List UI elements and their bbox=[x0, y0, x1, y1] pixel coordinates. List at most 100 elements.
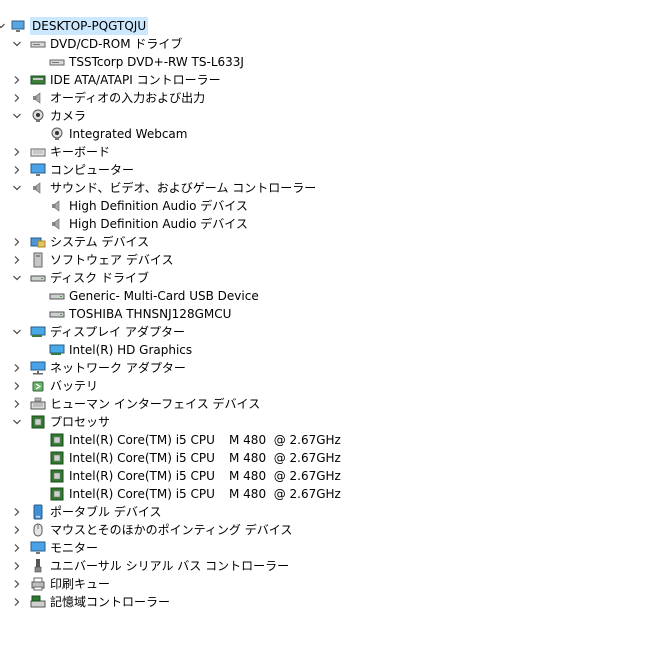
tree-root-computer[interactable]: DESKTOP-PQGTQJU bbox=[0, 17, 149, 35]
tree-device-label: Intel(R) Core(TM) i5 CPU bbox=[69, 469, 215, 483]
tree-root-label: DESKTOP-PQGTQJU bbox=[30, 17, 149, 35]
tree-device-item[interactable]: Intel(R) Core(TM) i5 CPU M 480 @ 2.67GHz bbox=[0, 431, 341, 449]
monitor-icon bbox=[30, 162, 46, 178]
tree-device-suffix: M 480 @ 2.67GHz bbox=[229, 433, 341, 447]
tree-device-suffix: M 480 @ 2.67GHz bbox=[229, 487, 341, 501]
chevron-right-icon[interactable] bbox=[12, 539, 22, 557]
chevron-down-icon[interactable] bbox=[12, 179, 22, 197]
tree-category-label: ヒューマン インターフェイス デバイス bbox=[50, 397, 261, 411]
dvd-drive-icon bbox=[49, 54, 65, 70]
chevron-down-icon[interactable] bbox=[0, 17, 6, 35]
tree-category-15[interactable]: プロセッサ bbox=[0, 413, 110, 431]
chevron-down-icon[interactable] bbox=[12, 323, 22, 341]
chevron-right-icon[interactable] bbox=[12, 557, 22, 575]
tree-device-item[interactable]: Intel(R) Core(TM) i5 CPU M 480 @ 2.67GHz bbox=[0, 467, 341, 485]
tree-category-17[interactable]: マウスとそのほかのポインティング デバイス bbox=[0, 521, 292, 539]
tree-device-item[interactable]: TOSHIBA THNSNJ128GMCU bbox=[0, 305, 231, 323]
tree-device-label: Intel(R) Core(TM) i5 CPU bbox=[69, 433, 215, 447]
keyboard-icon bbox=[30, 144, 46, 160]
tree-device-item[interactable]: Intel(R) Core(TM) i5 CPU M 480 @ 2.67GHz bbox=[0, 449, 341, 467]
chevron-down-icon[interactable] bbox=[12, 269, 22, 287]
tree-category-5[interactable]: キーボード bbox=[0, 143, 110, 161]
tree-category-label: DVD/CD-ROM ドライブ bbox=[50, 37, 183, 51]
battery-icon bbox=[30, 378, 46, 394]
chevron-right-icon[interactable] bbox=[12, 503, 22, 521]
processor-icon bbox=[49, 432, 65, 448]
tree-device-item[interactable]: Integrated Webcam bbox=[0, 125, 187, 143]
chevron-down-icon[interactable] bbox=[12, 107, 22, 125]
tree-category-4[interactable]: カメラ bbox=[0, 107, 86, 125]
tree-category-label: プロセッサ bbox=[50, 415, 111, 429]
tree-device-label: Intel(R) HD Graphics bbox=[69, 343, 193, 357]
tree-category-10[interactable]: ディスク ドライブ bbox=[0, 269, 149, 287]
chevron-right-icon[interactable] bbox=[12, 395, 22, 413]
tree-category-21[interactable]: 記憶域コントローラー bbox=[0, 593, 170, 611]
tree-category-14[interactable]: ヒューマン インターフェイス デバイス bbox=[0, 395, 260, 413]
tree-category-13[interactable]: バッテリ bbox=[0, 377, 98, 395]
display-adapter-icon bbox=[30, 324, 46, 340]
tree-device-item[interactable]: Generic- Multi-Card USB Device bbox=[0, 287, 259, 305]
speaker-icon bbox=[49, 216, 65, 232]
tree-category-7[interactable]: サウンド、ビデオ、およびゲーム コントローラー bbox=[0, 179, 316, 197]
tree-device-label: Generic- Multi-Card USB Device bbox=[69, 289, 259, 303]
chevron-right-icon[interactable] bbox=[12, 233, 22, 251]
tree-category-label: ユニバーサル シリアル バス コントローラー bbox=[50, 559, 290, 573]
tree-category-20[interactable]: 印刷キュー bbox=[0, 575, 110, 593]
mouse-icon bbox=[30, 522, 46, 538]
tree-category-label: IDE ATA/ATAPI コントローラー bbox=[50, 73, 221, 87]
tree-device-item[interactable]: High Definition Audio デバイス bbox=[0, 215, 248, 233]
chevron-right-icon[interactable] bbox=[12, 71, 22, 89]
webcam-icon bbox=[30, 108, 46, 124]
tree-category-label: システム デバイス bbox=[50, 235, 150, 249]
tree-category-label: ポータブル デバイス bbox=[50, 505, 162, 519]
tree-device-item[interactable]: Intel(R) Core(TM) i5 CPU M 480 @ 2.67GHz bbox=[0, 485, 341, 503]
usb-icon bbox=[30, 558, 46, 574]
tree-category-3[interactable]: オーディオの入力および出力 bbox=[0, 89, 205, 107]
chevron-right-icon[interactable] bbox=[12, 377, 22, 395]
tree-device-label: Intel(R) Core(TM) i5 CPU bbox=[69, 451, 215, 465]
tree-category-18[interactable]: モニター bbox=[0, 539, 98, 557]
tree-category-label: オーディオの入力および出力 bbox=[50, 91, 206, 105]
tree-category-label: コンピューター bbox=[50, 163, 135, 177]
tree-category-12[interactable]: ネットワーク アダプター bbox=[0, 359, 186, 377]
processor-icon bbox=[30, 414, 46, 430]
chevron-right-icon[interactable] bbox=[12, 161, 22, 179]
tree-category-label: ネットワーク アダプター bbox=[50, 361, 186, 375]
chevron-right-icon[interactable] bbox=[12, 521, 22, 539]
tree-category-11[interactable]: ディスプレイ アダプター bbox=[0, 323, 185, 341]
tree-category-9[interactable]: ソフトウェア デバイス bbox=[0, 251, 173, 269]
tree-category-label: マウスとそのほかのポインティング デバイス bbox=[50, 523, 293, 537]
tree-category-label: 印刷キュー bbox=[50, 577, 111, 591]
tree-category-label: カメラ bbox=[50, 109, 87, 123]
tree-device-label: Integrated Webcam bbox=[69, 127, 188, 141]
tree-device-item[interactable]: High Definition Audio デバイス bbox=[0, 197, 248, 215]
tree-category-label: ディスク ドライブ bbox=[50, 271, 149, 285]
tree-category-16[interactable]: ポータブル デバイス bbox=[0, 503, 161, 521]
tree-category-label: ソフトウェア デバイス bbox=[50, 253, 174, 267]
chevron-right-icon[interactable] bbox=[12, 593, 22, 611]
software-device-icon bbox=[30, 252, 46, 268]
tree-category-label: ディスプレイ アダプター bbox=[50, 325, 185, 339]
tree-device-item[interactable]: TSSTcorp DVD+-RW TS-L633J bbox=[0, 53, 244, 71]
tree-category-8[interactable]: システム デバイス bbox=[0, 233, 149, 251]
disk-drive-icon bbox=[49, 288, 65, 304]
speaker-icon bbox=[30, 90, 46, 106]
chevron-right-icon[interactable] bbox=[12, 575, 22, 593]
tree-category-label: キーボード bbox=[50, 145, 111, 159]
tree-device-suffix: M 480 @ 2.67GHz bbox=[229, 451, 341, 465]
computer-icon bbox=[10, 18, 26, 34]
tree-device-item[interactable]: Intel(R) HD Graphics bbox=[0, 341, 192, 359]
processor-icon bbox=[49, 450, 65, 466]
processor-icon bbox=[49, 468, 65, 484]
chevron-right-icon[interactable] bbox=[12, 89, 22, 107]
chevron-right-icon[interactable] bbox=[12, 143, 22, 161]
chevron-down-icon[interactable] bbox=[12, 35, 22, 53]
tree-category-19[interactable]: ユニバーサル シリアル バス コントローラー bbox=[0, 557, 289, 575]
chevron-right-icon[interactable] bbox=[12, 359, 22, 377]
tree-category-1[interactable]: DVD/CD-ROM ドライブ bbox=[0, 35, 182, 53]
tree-category-6[interactable]: コンピューター bbox=[0, 161, 134, 179]
tree-category-label: サウンド、ビデオ、およびゲーム コントローラー bbox=[50, 181, 317, 195]
chevron-right-icon[interactable] bbox=[12, 251, 22, 269]
chevron-down-icon[interactable] bbox=[12, 413, 22, 431]
tree-category-2[interactable]: IDE ATA/ATAPI コントローラー bbox=[0, 71, 221, 89]
